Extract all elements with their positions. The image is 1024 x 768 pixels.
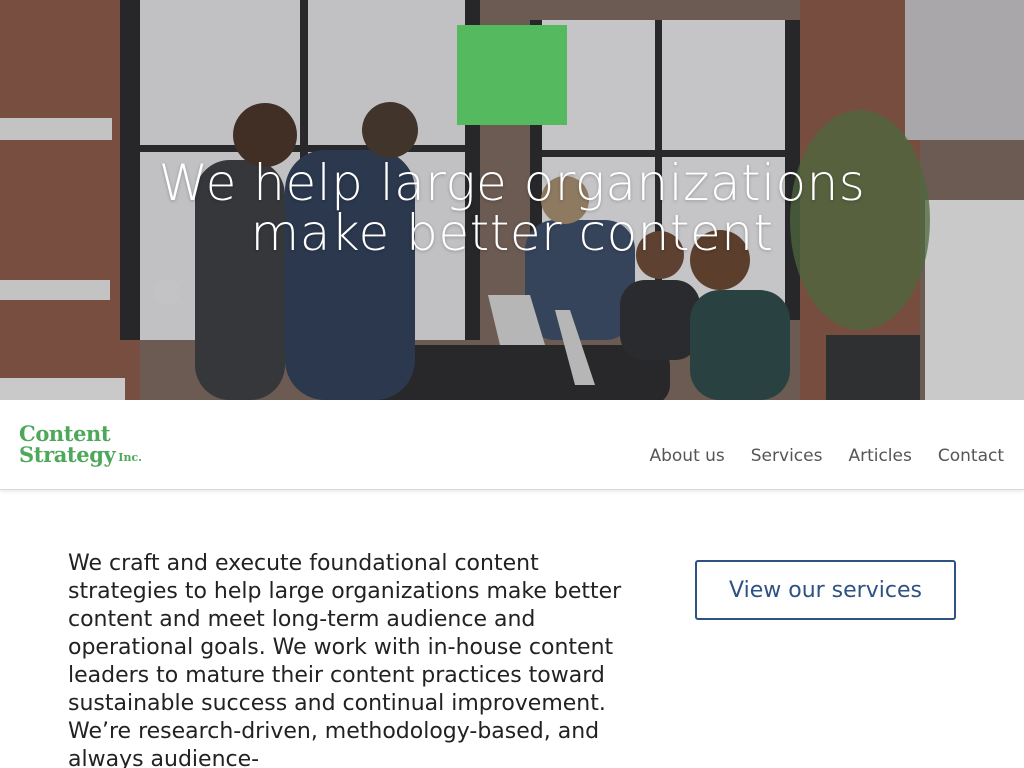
nav-articles[interactable]: Articles (848, 446, 911, 466)
logo-line-2: Strategy Inc. (19, 442, 142, 468)
nav-services[interactable]: Services (751, 446, 823, 466)
intro-paragraph: We craft and execute foundational conten… (68, 551, 622, 768)
nav-about-us[interactable]: About us (649, 446, 724, 466)
logo-line-1: Content (19, 421, 111, 446)
main-navigation: About us Services Articles Contact (649, 446, 1004, 466)
logo-word-strategy: Strategy (19, 442, 116, 467)
logo-suffix: Inc. (118, 451, 142, 464)
hero-title-line-1: We help large organizations (158, 154, 866, 212)
site-logo[interactable]: Content Strategy Inc. (19, 421, 142, 469)
hero-banner: We help large organizations make better … (0, 0, 1024, 400)
hero-badge-square (457, 25, 567, 125)
nav-contact[interactable]: Contact (938, 446, 1004, 466)
hero-title-line-2: make better content (250, 204, 774, 262)
view-services-button[interactable]: View our services (695, 560, 956, 620)
hero-circle-icon (154, 279, 180, 305)
hero-title: We help large organizations make better … (0, 158, 1024, 258)
site-header (0, 400, 1024, 490)
